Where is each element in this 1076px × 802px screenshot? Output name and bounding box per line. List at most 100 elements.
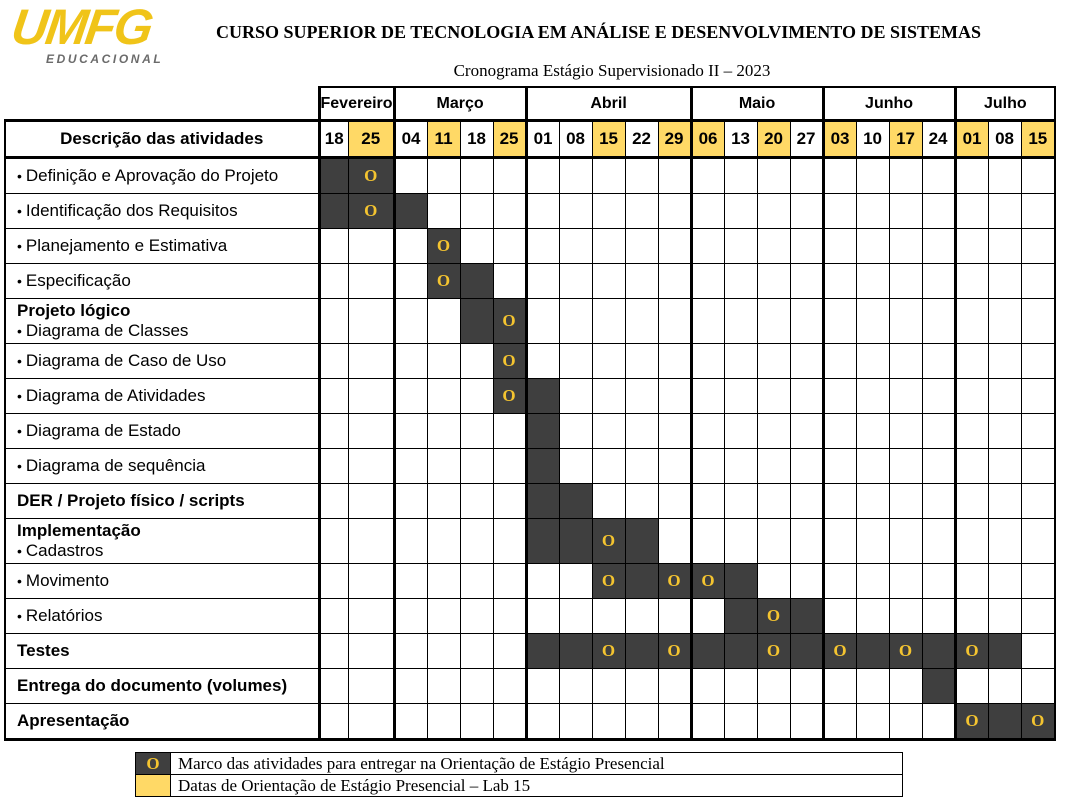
schedule-cell [789, 483, 824, 519]
activity-line: • Diagrama de Classes [17, 321, 318, 341]
schedule-cell [392, 448, 428, 484]
day-header-cell: 15 [1020, 119, 1057, 159]
activity-label: Relatórios [25, 606, 103, 625]
activity-row: Apresentação O O [4, 703, 1057, 741]
schedule-cell [459, 563, 494, 599]
activity-line: Testes [17, 641, 318, 661]
schedule-cell [558, 518, 593, 564]
activity-description: • Diagrama de Atividades [4, 378, 320, 414]
bullet-icon: • [17, 168, 22, 184]
schedule-cell [756, 263, 791, 299]
schedule-cell [347, 343, 395, 379]
schedule-cell [689, 263, 725, 299]
day-header-cell: 08 [558, 119, 593, 159]
legend-marker-swatch: O [135, 752, 171, 775]
milestone-marker-icon: O [601, 531, 616, 550]
bullet-icon: • [17, 423, 22, 439]
schedule-cell [888, 703, 923, 741]
schedule-cell [426, 157, 461, 194]
schedule-cell [558, 193, 593, 229]
schedule-cell [591, 703, 626, 741]
schedule-cell [689, 633, 725, 669]
activity-row: • Definição e Aprovação do Projeto O [4, 157, 1057, 194]
schedule-cell [317, 298, 349, 344]
schedule-cell [392, 193, 428, 229]
milestone-marker-icon: O [364, 166, 378, 185]
bullet-icon: • [17, 238, 22, 254]
schedule-cell [624, 378, 659, 414]
schedule-cell [524, 228, 560, 264]
activity-label: Testes [17, 641, 70, 660]
activity-line: • Diagrama de sequência [17, 456, 318, 476]
schedule-cell [921, 378, 956, 414]
milestone-marker-icon: O [833, 641, 847, 660]
activity-description: DER / Projeto físico / scripts [4, 483, 320, 519]
schedule-cell [426, 633, 461, 669]
schedule-cell [821, 598, 857, 634]
schedule-cell [426, 518, 461, 564]
activity-label: Movimento [25, 571, 110, 590]
schedule-cell [921, 413, 956, 449]
schedule-cell [426, 343, 461, 379]
schedule-cell [317, 413, 349, 449]
schedule-cell [317, 378, 349, 414]
schedule-cell [689, 598, 725, 634]
schedule-cell [888, 343, 923, 379]
schedule-cell [459, 703, 494, 741]
day-header-cell: 17 [888, 119, 923, 159]
schedule-cell [855, 483, 890, 519]
activity-row: • Diagrama de Atividades O [4, 378, 1057, 414]
schedule-cell [392, 157, 428, 194]
day-header-cell: 03 [821, 119, 857, 159]
schedule-cell [888, 448, 923, 484]
schedule-cell [317, 668, 349, 704]
schedule-cell [689, 343, 725, 379]
schedule-cell [347, 598, 395, 634]
schedule-cell [1020, 378, 1057, 414]
schedule-cell [921, 483, 956, 519]
schedule-cell [426, 378, 461, 414]
schedule-cell [524, 483, 560, 519]
milestone-marker-icon: O [146, 753, 160, 773]
schedule-cell [459, 298, 494, 344]
schedule-cell [953, 298, 989, 344]
schedule-cell [392, 598, 428, 634]
activity-label: Diagrama de sequência [25, 456, 206, 475]
schedule-cell [723, 263, 758, 299]
activity-line: • Especificação [17, 271, 318, 291]
umfg-logo: UMFG EDUCACIONAL [8, 0, 170, 68]
schedule-cell [921, 263, 956, 299]
schedule-cell [855, 228, 890, 264]
schedule-cell [317, 563, 349, 599]
schedule-cell [756, 483, 791, 519]
document-title: CURSO SUPERIOR DE TECNOLOGIA EM ANÁLISE … [216, 22, 981, 42]
schedule-cell [459, 228, 494, 264]
schedule-cell: O [426, 228, 461, 264]
schedule-cell [459, 668, 494, 704]
bullet-icon: • [17, 273, 22, 289]
schedule-cell [624, 343, 659, 379]
schedule-cell [921, 228, 956, 264]
activity-label: Identificação dos Requisitos [25, 201, 238, 220]
schedule-cell [558, 563, 593, 599]
schedule-cell [987, 703, 1022, 741]
schedule-cell [558, 378, 593, 414]
month-header-cell: Abril [524, 86, 692, 121]
schedule-cell [888, 228, 923, 264]
schedule-cell [789, 157, 824, 194]
schedule-cell [317, 633, 349, 669]
schedule-cell [657, 378, 692, 414]
schedule-cell [317, 263, 349, 299]
schedule-cell [1020, 518, 1057, 564]
schedule-cell [723, 343, 758, 379]
schedule-cell [459, 448, 494, 484]
schedule-cell [317, 157, 349, 194]
schedule-cell [1020, 157, 1057, 194]
month-header-cell: Fevereiro [317, 86, 395, 121]
day-header-cell: 13 [723, 119, 758, 159]
schedule-cell [888, 598, 923, 634]
schedule-cell [756, 343, 791, 379]
schedule-cell [624, 518, 659, 564]
schedule-cell [657, 157, 692, 194]
schedule-cell [1020, 193, 1057, 229]
